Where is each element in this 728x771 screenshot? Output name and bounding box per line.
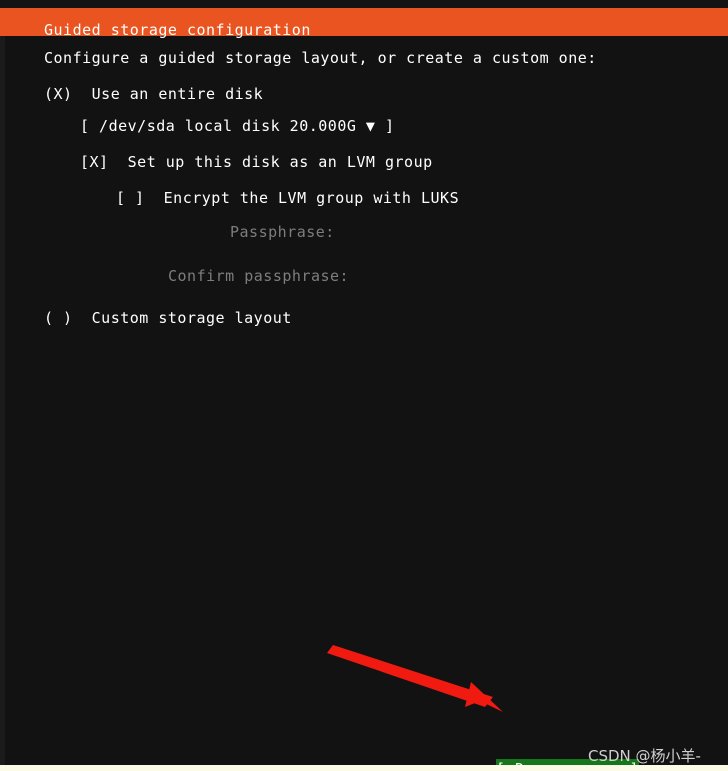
terminal-screen: Guided storage configuration Configure a… <box>0 0 728 771</box>
confirm-passphrase-label: Confirm passphrase: <box>168 267 350 285</box>
passphrase-label: Passphrase: <box>230 223 335 241</box>
radio-use-entire-disk[interactable]: (X) Use an entire disk <box>44 81 263 108</box>
checkbox-lvm-group[interactable]: [X] Set up this disk as an LVM group <box>80 149 433 176</box>
installer-body: Configure a guided storage layout, or cr… <box>0 36 728 765</box>
window-bottom-strip <box>0 765 728 771</box>
window-top-gutter <box>0 0 728 8</box>
intro-text: Configure a guided storage layout, or cr… <box>44 49 597 67</box>
watermark: CSDN @杨小羊- <box>588 747 701 765</box>
checkbox-encrypt-luks[interactable]: [ ] Encrypt the LVM group with LUKS <box>116 185 459 212</box>
radio-custom-storage-layout[interactable]: ( ) Custom storage layout <box>44 305 292 332</box>
title-bar: Guided storage configuration <box>0 8 728 39</box>
disk-select-dropdown[interactable]: [ /dev/sda local disk 20.000G ▼ ] <box>80 113 395 140</box>
